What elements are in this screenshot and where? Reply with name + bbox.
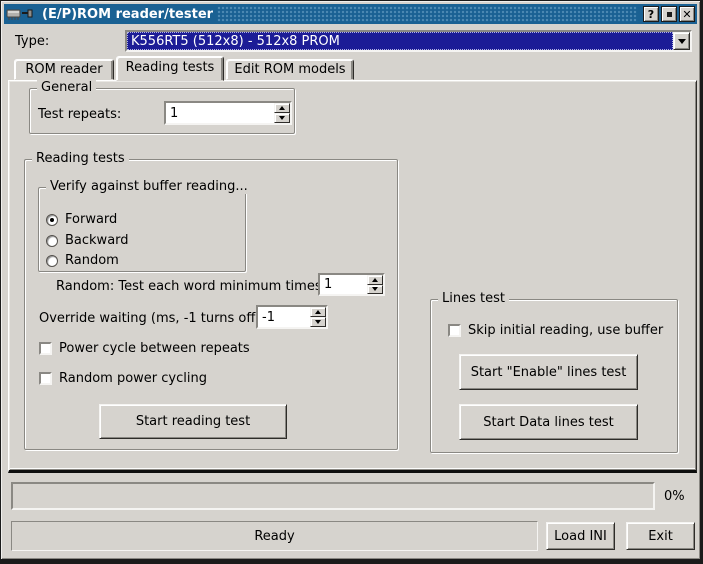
reading-tests-group-title: Reading tests	[32, 151, 129, 166]
checkbox-icon	[448, 324, 461, 337]
arrow-down-icon	[315, 320, 321, 324]
radio-label: Random	[65, 253, 119, 268]
spin-up-button[interactable]	[274, 103, 290, 113]
help-button[interactable]: ?	[643, 6, 659, 22]
tab-label: Reading tests	[126, 60, 215, 75]
close-icon: ✕	[682, 9, 691, 20]
tab-reading-tests[interactable]: Reading tests	[116, 56, 224, 81]
random-min-value[interactable]: 1	[320, 275, 367, 294]
spin-up-button[interactable]	[310, 307, 326, 317]
override-waiting-label: Override waiting (ms, -1 turns off):	[39, 311, 265, 326]
checkbox-icon	[39, 342, 52, 355]
random-min-spinedit[interactable]: 1	[318, 273, 385, 296]
shade-button[interactable]	[661, 6, 677, 22]
spin-down-button[interactable]	[310, 317, 326, 327]
general-group-title: General	[37, 80, 96, 95]
override-waiting-value[interactable]: -1	[258, 307, 310, 327]
button-label: Start reading test	[136, 414, 250, 429]
test-repeats-spinedit[interactable]: 1	[164, 101, 292, 125]
radio-label: Forward	[65, 212, 117, 227]
radio-icon	[46, 214, 58, 226]
radio-icon	[46, 235, 58, 247]
shade-icon	[667, 12, 672, 17]
window-title: (E/P)ROM reader/tester	[38, 7, 213, 22]
exit-button[interactable]: Exit	[626, 522, 695, 550]
start-reading-test-button[interactable]: Start reading test	[99, 404, 287, 439]
status-text: Ready	[254, 529, 294, 544]
test-repeats-value[interactable]: 1	[166, 103, 274, 123]
tab-edit-rom-models[interactable]: Edit ROM models	[226, 59, 354, 80]
button-label: Load INI	[554, 529, 607, 544]
arrow-up-icon	[315, 310, 321, 314]
close-button[interactable]: ✕	[679, 6, 695, 22]
button-label: Exit	[648, 529, 673, 544]
app-window: (E/P)ROM reader/tester ? ✕ Type: K556RT5…	[0, 0, 703, 564]
checkbox-icon	[39, 372, 52, 385]
verify-group-title: Verify against buffer reading...	[46, 179, 252, 194]
radio-random[interactable]: Random	[46, 253, 119, 268]
checkbox-label: Skip initial reading, use buffer	[468, 323, 663, 338]
spin-up-button[interactable]	[367, 275, 383, 285]
load-ini-button[interactable]: Load INI	[546, 522, 615, 550]
arrow-up-icon	[372, 278, 378, 282]
radio-label: Backward	[65, 233, 129, 248]
status-panel: Ready	[11, 521, 538, 551]
checkbox-power-cycle[interactable]: Power cycle between repeats	[39, 341, 250, 356]
button-label: Start Data lines test	[483, 415, 613, 430]
radio-backward[interactable]: Backward	[46, 233, 129, 248]
button-label: Start "Enable" lines test	[471, 365, 627, 380]
spin-down-button[interactable]	[367, 285, 383, 295]
titlebar[interactable]: (E/P)ROM reader/tester ? ✕	[4, 4, 697, 24]
spin-down-button[interactable]	[274, 113, 290, 123]
arrow-down-icon	[372, 287, 378, 291]
checkbox-random-power[interactable]: Random power cycling	[39, 371, 207, 386]
lines-test-group-title: Lines test	[438, 291, 509, 306]
checkbox-label: Power cycle between repeats	[59, 341, 250, 356]
radio-forward[interactable]: Forward	[46, 212, 117, 227]
start-data-lines-test-button[interactable]: Start Data lines test	[459, 404, 638, 440]
start-enable-lines-test-button[interactable]: Start "Enable" lines test	[459, 354, 638, 390]
arrow-down-icon	[279, 116, 285, 120]
arrow-up-icon	[279, 106, 285, 110]
help-icon: ?	[648, 9, 654, 20]
app-chip-icon	[6, 7, 36, 21]
type-label: Type:	[15, 34, 49, 49]
titlebar-pattern	[217, 6, 637, 22]
checkbox-label: Random power cycling	[59, 371, 207, 386]
checkbox-skip-initial-reading[interactable]: Skip initial reading, use buffer	[448, 323, 663, 338]
chevron-down-icon	[678, 39, 686, 44]
rom-type-selected-value: K556RT5 (512x8) - 512x8 PROM	[127, 32, 673, 50]
override-waiting-spinedit[interactable]: -1	[256, 305, 328, 329]
tab-rom-reader[interactable]: ROM reader	[14, 59, 114, 80]
progress-bar	[11, 482, 655, 510]
combobox-dropdown-button[interactable]	[673, 32, 690, 50]
radio-icon	[46, 255, 58, 267]
rom-type-combobox[interactable]: K556RT5 (512x8) - 512x8 PROM	[125, 30, 692, 52]
tab-label: Edit ROM models	[234, 62, 345, 77]
test-repeats-label: Test repeats:	[38, 107, 121, 122]
progress-percent-label: 0%	[664, 489, 685, 504]
random-min-label: Random: Test each word minimum times:	[56, 279, 326, 294]
tab-label: ROM reader	[25, 62, 102, 77]
